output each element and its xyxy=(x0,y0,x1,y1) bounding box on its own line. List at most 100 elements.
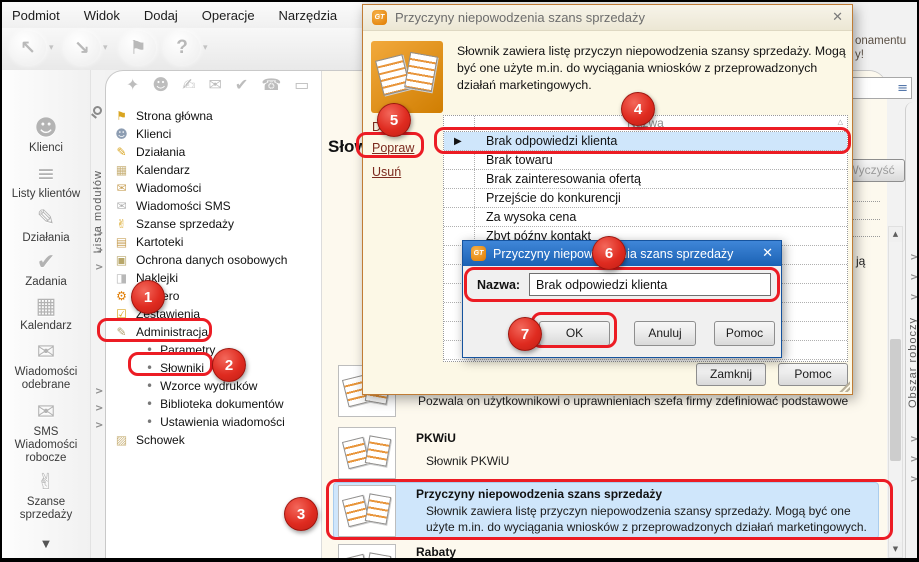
folders-icon: ▤ xyxy=(115,235,128,249)
list-row[interactable]: Za wysoka cena xyxy=(444,208,847,227)
inbox-icon: ✉ xyxy=(36,340,56,365)
admin-icon: ✎ xyxy=(116,325,127,339)
sidebar-item-dzialania[interactable]: ✎ Działania xyxy=(2,206,90,245)
chevron-right-icon[interactable]: > xyxy=(910,434,917,445)
chevron-right-icon[interactable]: > xyxy=(95,403,103,414)
tree-item-kalendarz[interactable]: ▦ Kalendarz xyxy=(114,161,314,179)
list-row-selected[interactable]: ▶ Brak odpowiedzi klienta xyxy=(444,132,847,151)
delete-link[interactable]: Usuń xyxy=(372,165,401,179)
ok-button[interactable]: OK xyxy=(539,321,610,346)
back-button[interactable]: ↖ xyxy=(10,31,46,65)
list-row[interactable]: Brak zainteresowania ofertą xyxy=(444,170,847,189)
scroll-down-icon[interactable]: ▼ xyxy=(889,542,902,557)
sidebar-item-kalendarz[interactable]: ▦ Kalendarz xyxy=(2,294,90,333)
gt-app-icon: GT xyxy=(372,10,387,25)
dictionary-row-title[interactable]: PKWiU xyxy=(416,431,456,445)
pin-flag-button[interactable]: ⚑ xyxy=(120,31,156,65)
sidebar-item-zadania[interactable]: ✔ Zadania xyxy=(2,250,90,289)
scroll-up-icon[interactable]: ▲ xyxy=(889,227,902,242)
dialog-titlebar[interactable]: GT Przyczyny niepowodzenia szans sprzeda… xyxy=(363,5,852,31)
tree-item-wiadomosci[interactable]: ✉ Wiadomości xyxy=(114,179,314,197)
forward-dropdown-icon[interactable]: ▾ xyxy=(103,43,108,53)
help-button[interactable]: Pomoc xyxy=(714,321,775,346)
dictionary-row-title[interactable]: Rabaty xyxy=(416,545,456,558)
chevron-right-icon[interactable]: > xyxy=(910,292,917,303)
close-icon[interactable]: ✕ xyxy=(762,246,773,261)
search-input[interactable]: ≡ xyxy=(848,77,912,99)
tree-item-strona-glowna[interactable]: ⚑ Strona główna xyxy=(114,107,314,125)
menu-item-podmiot[interactable]: Podmiot xyxy=(12,8,60,23)
chevron-right-icon[interactable]: > xyxy=(910,474,917,485)
sidebar-item-sms-robocze[interactable]: ✉ SMS Wiadomości robocze xyxy=(2,400,90,465)
step-badge-4: 4 xyxy=(621,92,655,126)
strip-icon-mail[interactable]: ✉ xyxy=(209,75,222,94)
chevron-right-icon[interactable]: > xyxy=(95,262,103,273)
sidebar-item-wiadomosci-odebrane[interactable]: ✉ Wiadomości odebrane xyxy=(2,340,90,392)
strip-icon-check[interactable]: ✔ xyxy=(235,75,248,94)
tree-item-wzorce-wydrukow[interactable]: • Wzorce wydruków xyxy=(114,377,314,395)
help-dialog-button[interactable]: Pomoc xyxy=(778,363,848,386)
app-window: Podmiot Widok Dodaj Operacje Narzędzia P… xyxy=(0,0,919,562)
sidebar-item-listy-klientow[interactable]: ≡ Listy klientów xyxy=(2,162,90,201)
tree-item-ochrona-danych[interactable]: ▣ Ochrona danych osobowych xyxy=(114,251,314,269)
chevron-right-icon[interactable]: > xyxy=(95,228,103,239)
chevron-right-icon[interactable]: > xyxy=(95,420,103,431)
chevron-right-icon[interactable]: > xyxy=(95,245,103,256)
gear-icon: ⚙ xyxy=(116,289,127,303)
row-marker-icon: ▶ xyxy=(454,136,462,147)
bullet-icon: • xyxy=(146,397,154,411)
subscription-notice: onamentu y! xyxy=(855,34,906,62)
help-button[interactable]: ? xyxy=(164,31,200,65)
workspace-strip[interactable]: > > > Obszar roboczy > > > xyxy=(905,102,919,558)
strip-icon-1[interactable]: ✦ xyxy=(126,75,139,94)
dictionary-row-title[interactable]: Przyczyny niepowodzenia szans sprzedaży xyxy=(416,487,662,501)
bullet-icon: • xyxy=(146,415,154,429)
search-modules-icon[interactable] xyxy=(93,106,102,115)
menu-item-operacje[interactable]: Operacje xyxy=(202,8,255,23)
tree-item-klienci[interactable]: ☻ Klienci xyxy=(114,125,314,143)
content-scrollbar[interactable]: ▲ ▼ xyxy=(888,226,903,558)
scrollbar-thumb[interactable] xyxy=(890,339,901,461)
tree-item-szanse-sprzedazy[interactable]: ✌ Szanse sprzedaży xyxy=(114,215,314,233)
close-icon[interactable]: ✕ xyxy=(832,10,843,25)
tree-item-administracja[interactable]: ✎ Administracja xyxy=(114,323,314,341)
step-badge-7: 7 xyxy=(508,317,542,351)
bullet-icon: • xyxy=(146,379,154,393)
tree-item-dzialania[interactable]: ✎ Działania xyxy=(114,143,314,161)
tree-item-schowek[interactable]: ▨ Schowek xyxy=(114,431,314,449)
tree-item-kartoteki[interactable]: ▤ Kartoteki xyxy=(114,233,314,251)
tree-item-wiadomosci-sms[interactable]: ✉ Wiadomości SMS xyxy=(114,197,314,215)
list-row[interactable]: Przejście do konkurencji xyxy=(444,189,847,208)
strip-icon-person[interactable]: ☻ xyxy=(152,75,169,94)
close-dialog-button[interactable]: Zamknij xyxy=(696,363,766,386)
help-dropdown-icon[interactable]: ▾ xyxy=(203,43,208,53)
tree-item-ustawienia-wiadomosci[interactable]: • Ustawienia wiadomości xyxy=(114,413,314,431)
list-row[interactable]: Brak towaru xyxy=(444,151,847,170)
sidebar-item-szanse-sprzedazy[interactable]: ✌ Szanse sprzedaży xyxy=(2,470,90,522)
clients-icon: ☻ xyxy=(34,116,58,141)
name-input[interactable] xyxy=(529,273,771,296)
chevron-right-icon[interactable]: > xyxy=(910,272,917,283)
sidebar-collapse-button[interactable]: ▼ xyxy=(2,532,90,558)
cancel-button[interactable]: Anuluj xyxy=(634,321,696,346)
menu-lines-icon[interactable]: ≡ xyxy=(897,81,908,96)
chevron-right-icon[interactable]: > xyxy=(910,454,917,465)
menu-item-dodaj[interactable]: Dodaj xyxy=(144,8,178,23)
forward-button[interactable]: ↘ xyxy=(64,31,100,65)
workspace-strip-label: Obszar roboczy xyxy=(907,317,919,409)
sidebar-item-klienci[interactable]: ☻ Klienci xyxy=(2,116,90,155)
calendar-icon: ▦ xyxy=(115,163,128,177)
menu-item-widok[interactable]: Widok xyxy=(84,8,120,23)
step-badge-6: 6 xyxy=(592,236,626,270)
strip-icon-phone[interactable]: ☎ xyxy=(261,75,281,94)
strip-icon-write[interactable]: ✍ xyxy=(182,75,195,94)
strip-icon-device[interactable]: ▭ xyxy=(294,75,309,94)
tree-item-biblioteka-dokumentow[interactable]: • Biblioteka dokumentów xyxy=(114,395,314,413)
chevron-right-icon[interactable]: > xyxy=(910,252,917,263)
edit-link[interactable]: Popraw xyxy=(372,141,414,155)
sort-icon: △ xyxy=(837,118,843,126)
menu-item-narzedzia[interactable]: Narzędzia xyxy=(279,8,338,23)
chevron-right-icon[interactable]: > xyxy=(95,386,103,397)
back-dropdown-icon[interactable]: ▾ xyxy=(49,43,54,53)
step-badge-2: 2 xyxy=(212,348,246,382)
